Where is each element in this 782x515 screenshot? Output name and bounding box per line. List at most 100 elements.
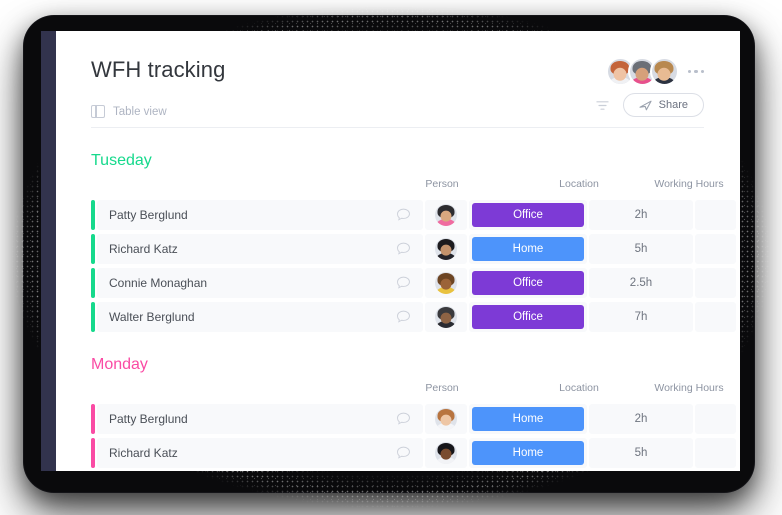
row-hours-label: 5h [634,447,648,459]
app-window: WFH tracking Share Table view Tuseday Pe… [41,31,740,471]
avatar [435,204,457,226]
column-header[interactable]: Person [421,382,463,394]
table-row[interactable]: Connie Monaghan Office 2.5h [91,268,736,298]
row-name-cell[interactable]: Walter Berglund [97,302,423,332]
column-header[interactable]: Working Hours [637,382,740,394]
row-hours-label: 2.5h [629,277,653,289]
row-extra-cell[interactable] [695,268,736,298]
row-accent-bar [91,404,95,434]
row-name-label: Patty Berglund [109,208,188,222]
column-header[interactable]: Person [421,178,463,190]
column-header[interactable]: Working Hours [637,178,740,190]
row-accent-bar [91,268,95,298]
row-hours-cell[interactable]: 2.5h [589,268,693,298]
row-extra-cell[interactable] [695,404,736,434]
row-location-cell[interactable]: Home [469,234,587,264]
app-sidebar-rail[interactable] [41,31,56,471]
row-name-cell[interactable]: Patty Berglund [97,200,423,230]
location-chip[interactable]: Home [472,441,584,465]
board-group: TusedayPersonLocationWorking Hours+Patty… [91,152,736,332]
column-header[interactable]: Location [523,382,635,394]
row-location-cell[interactable]: Office [469,302,587,332]
row-name-label: Richard Katz [109,446,178,460]
location-chip[interactable]: Home [472,407,584,431]
avatar [435,442,457,464]
more-options-icon[interactable] [687,69,704,74]
row-accent-bar [91,200,95,230]
row-location-cell[interactable]: Home [469,404,587,434]
location-chip[interactable]: Office [472,305,584,329]
share-button[interactable]: Share [622,93,704,117]
avatar [435,306,457,328]
page-header: WFH tracking Share [56,31,740,117]
row-accent-bar [91,438,95,468]
header-toolbar: Share [596,93,704,117]
screenshot-scene: WFH tracking Share Table view Tuseday Pe… [0,0,782,515]
row-extra-cell[interactable] [695,302,736,332]
row-person-cell[interactable] [425,438,467,468]
row-name-cell[interactable]: Richard Katz [97,234,423,264]
row-name-label: Connie Monaghan [109,276,208,290]
filter-icon[interactable] [596,100,609,111]
row-hours-cell[interactable]: 5h [589,438,693,468]
comment-icon[interactable] [396,242,411,256]
row-person-cell[interactable] [425,200,467,230]
header-divider [91,127,704,128]
table-row[interactable]: Richard Katz Home 5h [91,438,736,468]
row-person-cell[interactable] [425,404,467,434]
comment-icon[interactable] [396,208,411,222]
board-groups: TusedayPersonLocationWorking Hours+Patty… [56,152,740,468]
row-person-cell[interactable] [425,268,467,298]
avatar [435,408,457,430]
column-header-row: PersonLocationWorking Hours+ [91,382,723,398]
row-location-cell[interactable]: Office [469,268,587,298]
board-group: MondayPersonLocationWorking Hours+Patty … [91,356,736,468]
location-chip[interactable]: Office [472,203,584,227]
share-button-label: Share [658,99,688,111]
row-hours-label: 2h [634,413,648,425]
row-location-cell[interactable]: Home [469,438,587,468]
row-hours-label: 5h [634,243,648,255]
row-hours-label: 2h [634,209,648,221]
table-row[interactable]: Walter Berglund Office 7h [91,302,736,332]
comment-icon[interactable] [396,276,411,290]
row-hours-cell[interactable]: 5h [589,234,693,264]
row-extra-cell[interactable] [695,200,736,230]
row-accent-bar [91,302,95,332]
row-hours-label: 7h [634,311,648,323]
row-extra-cell[interactable] [695,438,736,468]
collaborator-avatars [605,57,704,86]
view-switcher-label: Table view [113,105,167,118]
row-person-cell[interactable] [425,302,467,332]
row-name-cell[interactable]: Richard Katz [97,438,423,468]
group-title[interactable]: Tuseday [91,152,704,170]
group-title[interactable]: Monday [91,356,704,374]
location-chip[interactable]: Home [472,237,584,261]
row-name-cell[interactable]: Connie Monaghan [97,268,423,298]
table-row[interactable]: Patty Berglund Office 2h [91,200,736,230]
avatar [435,272,457,294]
avatar[interactable] [649,57,679,86]
table-row[interactable]: Patty Berglund Home 2h [91,404,736,434]
row-location-cell[interactable]: Office [469,200,587,230]
row-hours-cell[interactable]: 2h [589,200,693,230]
row-person-cell[interactable] [425,234,467,264]
row-hours-cell[interactable]: 7h [589,302,693,332]
row-name-label: Richard Katz [109,242,178,256]
send-icon [639,100,652,110]
row-name-label: Patty Berglund [109,412,188,426]
row-extra-cell[interactable] [695,234,736,264]
comment-icon[interactable] [396,412,411,426]
row-name-label: Walter Berglund [109,310,195,324]
column-header[interactable]: Location [523,178,635,190]
table-view-icon [91,104,105,119]
row-accent-bar [91,234,95,264]
row-name-cell[interactable]: Patty Berglund [97,404,423,434]
comment-icon[interactable] [396,446,411,460]
app-content: WFH tracking Share Table view Tuseday Pe… [56,31,740,471]
table-row[interactable]: Richard Katz Home 5h [91,234,736,264]
avatar [435,238,457,260]
location-chip[interactable]: Office [472,271,584,295]
row-hours-cell[interactable]: 2h [589,404,693,434]
comment-icon[interactable] [396,310,411,324]
